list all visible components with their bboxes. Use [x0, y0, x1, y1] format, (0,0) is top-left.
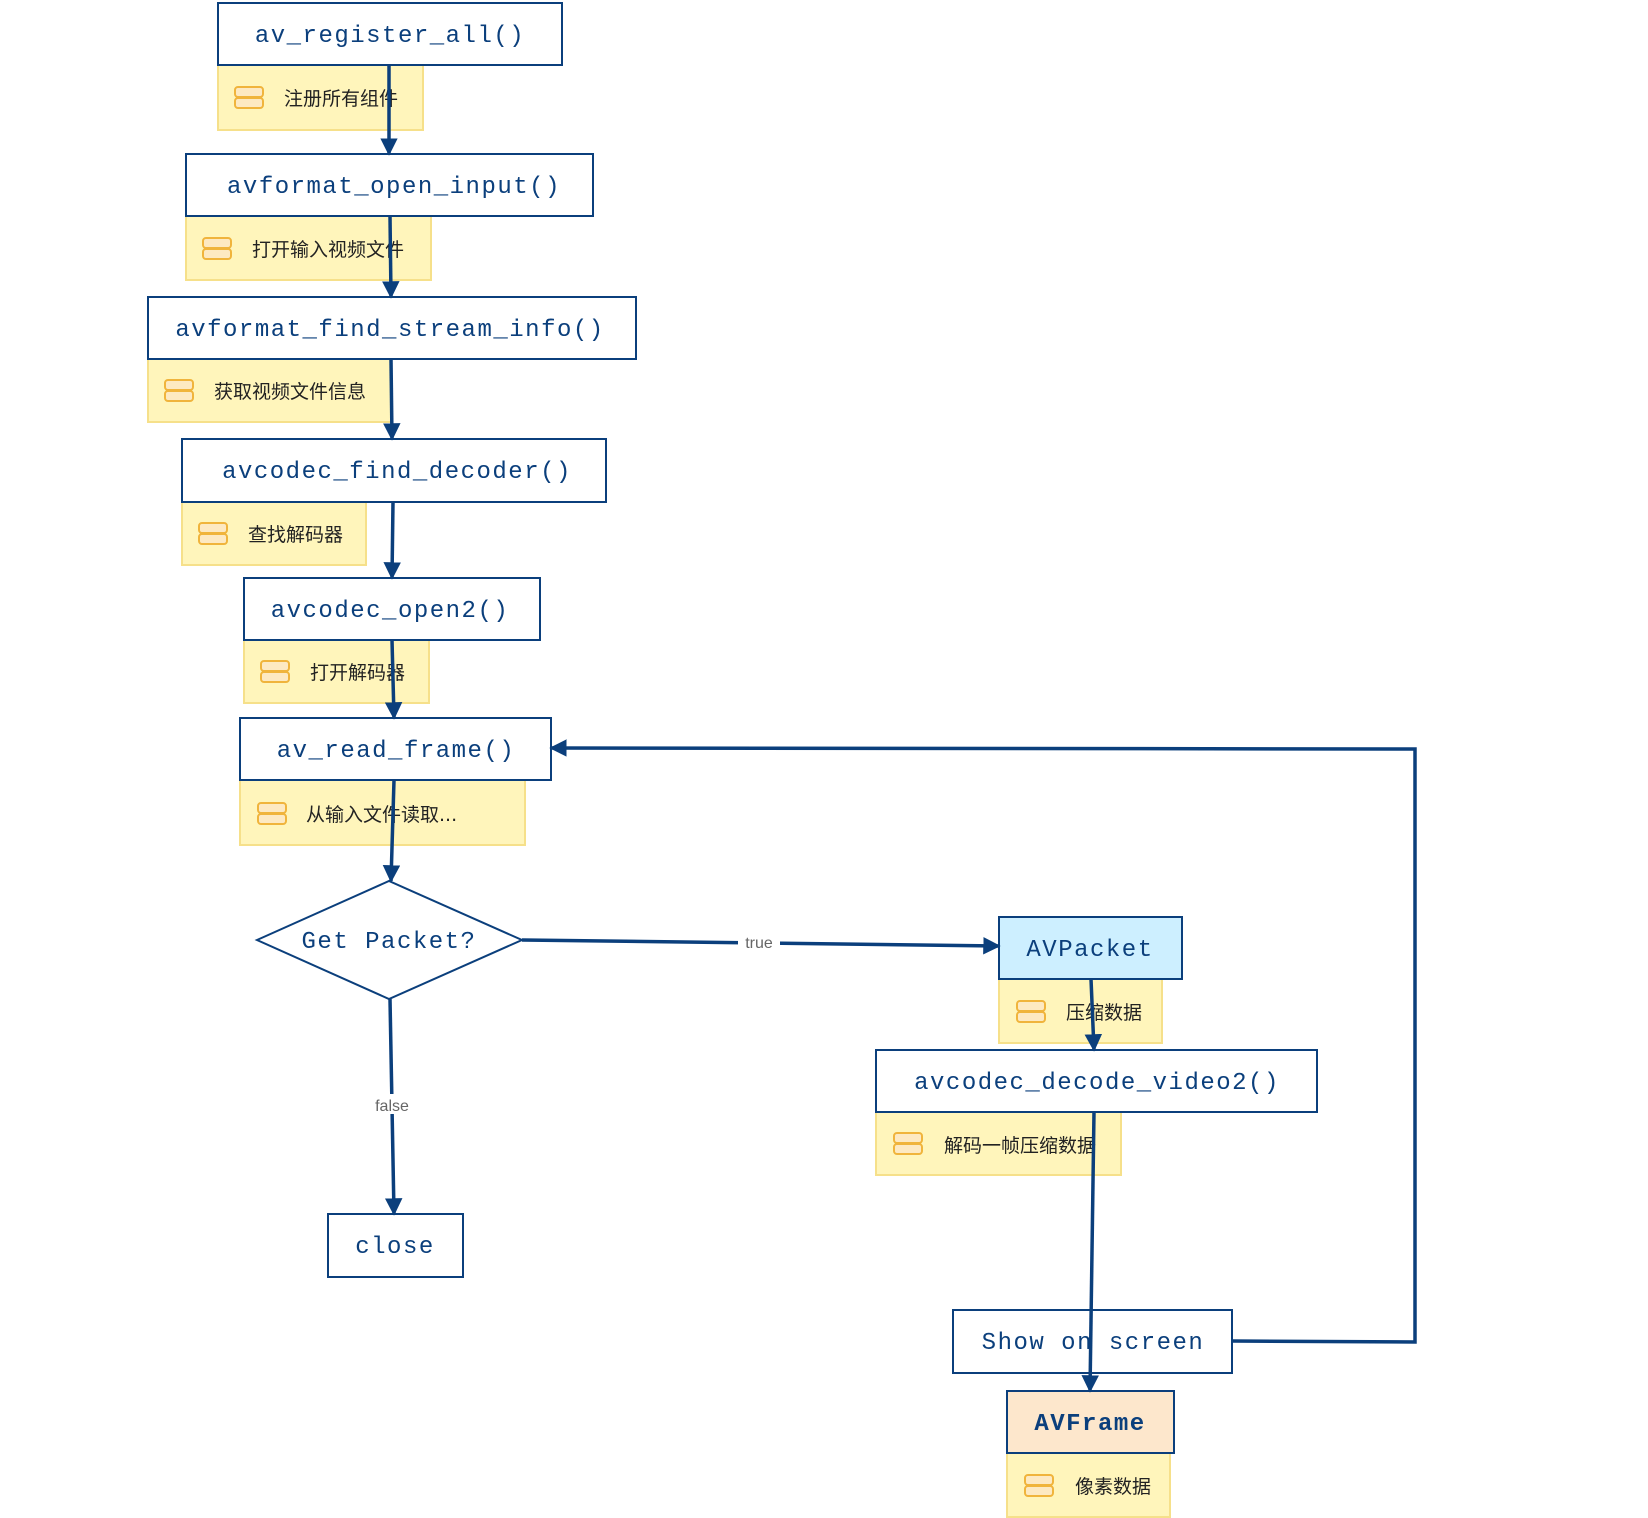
node-label: avformat_find_stream_info() [175, 317, 604, 344]
node-label: AVFrame [1034, 1411, 1145, 1438]
note-register: 注册所有组件 [217, 64, 424, 131]
storage-icon [893, 1132, 923, 1155]
storage-icon [257, 802, 287, 825]
node-open-input[interactable]: avformat_open_input() [185, 153, 594, 217]
node-label: Get Packet? [302, 929, 477, 956]
storage-icon [1016, 1000, 1046, 1023]
node-find-stream[interactable]: avformat_find_stream_info() [147, 296, 637, 360]
note-read-frame: 从输入文件读取... [239, 779, 526, 846]
node-register[interactable]: av_register_all() [217, 2, 563, 66]
edge-decoder-open2 [383, 501, 401, 580]
node-label: avcodec_decode_video2() [914, 1070, 1280, 1097]
note-text: 打开解码器 [310, 662, 405, 684]
node-packet[interactable]: AVPacket [998, 916, 1183, 980]
storage-icon [198, 522, 228, 545]
storage-icon [202, 237, 232, 260]
node-label: Show on screen [982, 1330, 1205, 1357]
storage-icon [164, 379, 194, 402]
note-text: 从输入文件读取... [306, 804, 457, 826]
node-label: av_read_frame() [277, 738, 516, 765]
note-text: 注册所有组件 [284, 88, 398, 110]
node-close[interactable]: close [327, 1213, 464, 1278]
note-text: 查找解码器 [248, 524, 343, 546]
node-decode[interactable]: avcodec_decode_video2() [875, 1049, 1318, 1113]
node-label: av_register_all() [255, 23, 525, 50]
node-label: avcodec_find_decoder() [222, 459, 572, 486]
node-read-frame[interactable]: av_read_frame() [239, 717, 552, 781]
edge-open2-read [384, 639, 403, 720]
edge-label-true: true [745, 935, 773, 952]
note-open-input: 打开输入视频文件 [185, 215, 432, 281]
node-find-decoder[interactable]: avcodec_find_decoder() [181, 438, 607, 503]
note-packet: 压缩数据 [998, 978, 1163, 1044]
node-frame[interactable]: AVFrame [1006, 1390, 1175, 1454]
edge-open-find-stream [382, 215, 400, 299]
flowchart: 注册所有组件 打开输入视频文件 获取视频文件信息 查找解码器 打开解码器 从输入… [147, 2, 1417, 1518]
note-decode: 解码一帧压缩数据 [875, 1111, 1122, 1176]
edge-label-false: false [375, 1098, 409, 1115]
node-label: AVPacket [1026, 937, 1153, 964]
note-text: 像素数据 [1075, 1476, 1151, 1498]
storage-icon [1024, 1474, 1054, 1497]
note-find-decoder: 查找解码器 [181, 501, 367, 566]
edge-loop-back [549, 739, 1417, 1344]
note-text: 压缩数据 [1066, 1002, 1142, 1024]
storage-icon [234, 86, 264, 109]
note-frame: 像素数据 [1006, 1452, 1171, 1518]
storage-icon [260, 660, 290, 683]
note-find-stream: 获取视频文件信息 [147, 358, 392, 423]
note-text: 打开输入视频文件 [252, 239, 404, 261]
node-label: close [355, 1234, 435, 1261]
node-open2[interactable]: avcodec_open2() [243, 577, 541, 641]
note-open2: 打开解码器 [243, 639, 430, 704]
note-text: 解码一帧压缩数据 [944, 1135, 1096, 1157]
node-label: avcodec_open2() [271, 598, 510, 625]
note-text: 获取视频文件信息 [214, 381, 366, 403]
edge-find-stream-decoder [383, 358, 401, 441]
node-decision[interactable]: Get Packet? [254, 879, 525, 1001]
node-label: avformat_open_input() [227, 174, 561, 201]
